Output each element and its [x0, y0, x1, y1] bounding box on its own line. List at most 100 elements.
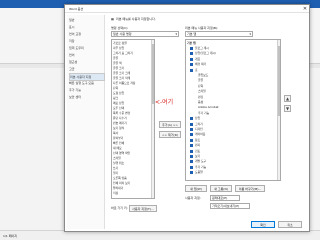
tree-item[interactable]: 클립보드 [198, 73, 208, 78]
ok-button[interactable]: 확인 [251, 221, 275, 228]
nav-item-advanced[interactable]: 고급 [69, 66, 103, 72]
new-tab-button[interactable]: 새 탭(W) [185, 185, 207, 192]
nav-item-add-ins[interactable]: 추가 기능 [69, 87, 103, 93]
tree-scrollbar[interactable] [277, 40, 280, 180]
add-button[interactable]: 추가(A) >> [159, 121, 181, 128]
nav-item-language[interactable]: 언어 [69, 52, 103, 58]
command-item[interactable]: 저장 [113, 191, 118, 196]
nav-item-typing[interactable]: 입력 도우미 [69, 45, 103, 51]
tree-item-label: 편집 [198, 94, 204, 99]
nav-item-accessibility[interactable]: 접근성 [69, 59, 103, 65]
tree-item-label: 단락 [198, 83, 204, 88]
tree-item[interactable]: 그리기 [190, 122, 203, 127]
customize-ribbon-label: 리본 메뉴 사용자 지정(B): [185, 26, 219, 30]
customize-ribbon-dropdown[interactable]: 기본 탭 ▾ [185, 31, 253, 37]
choose-commands-dropdown[interactable]: 일반 사용 명령 ▾ [111, 31, 179, 37]
choose-commands-label: 명령 선택(C): [111, 26, 129, 30]
tree-item[interactable]: 검토 [190, 149, 200, 154]
nav-item-general[interactable]: 일반 [69, 17, 103, 23]
ribbon-header-icon: ▦ [111, 17, 114, 21]
handwritten-annotation: <-여기 [155, 99, 174, 106]
checkbox-checked-icon[interactable] [190, 144, 193, 148]
reset-dropdown[interactable]: 원래대로(E) [210, 195, 240, 201]
checkbox-checked-icon[interactable] [190, 155, 193, 158]
tree-item-label: Adobe Acrobat [198, 105, 219, 110]
nav-item-trust-center[interactable]: 보안 센터 [69, 94, 103, 100]
tree-item[interactable]: 배경 제거 [190, 62, 206, 67]
new-group-button[interactable]: 새 그룹(N) [210, 185, 232, 192]
checkbox-checked-icon[interactable] [190, 160, 193, 164]
tree-item[interactable]: 추가 기능 [190, 165, 206, 170]
tree-item[interactable]: 보기 [190, 154, 200, 159]
keyboard-customize-button[interactable]: 사용자 지정(T)... [129, 205, 157, 212]
checkbox-checked-icon[interactable] [190, 47, 193, 50]
tree-item[interactable]: 개요 [190, 57, 200, 62]
tree-item-label: 클립보드 [198, 73, 209, 77]
checkbox-checked-icon[interactable] [190, 133, 193, 137]
checkbox-checked-icon[interactable] [190, 171, 193, 175]
checkbox-checked-icon[interactable] [190, 52, 193, 56]
tree-item-label: 개발 도구 [195, 159, 207, 164]
word-options-dialog: Word 옵션 ✕ 일반 표시 언어 교정 저장 입력 도우미 언어 접근성 고… [64, 4, 310, 232]
tree-item[interactable]: 삽입(블로그 게시) [190, 51, 216, 56]
ribbon-tabs-tree[interactable]: 기본 탭 블로그 게시 삽입(블로그 게시) 개요 배경 제거 홈 클립보드 글꼴 단락 스타일… [185, 39, 281, 181]
scrollbar-thumb[interactable] [278, 46, 280, 116]
tree-item[interactable]: 음성 [198, 100, 203, 105]
import-export-dropdown[interactable]: 가져오기/내보내기(P) [210, 203, 250, 209]
move-up-button[interactable]: ▲ [284, 95, 291, 102]
tree-item-label: 그리기 [195, 121, 203, 126]
close-icon[interactable]: ✕ [301, 5, 309, 13]
cancel-button[interactable]: 취소 [278, 221, 302, 228]
checkbox-checked-icon[interactable] [190, 63, 193, 67]
tree-item-label: 블로그 게시 [195, 46, 209, 50]
keyboard-shortcuts-label: 바로 가기 키: [111, 206, 128, 210]
tree-item[interactable]: 글꼴 [198, 78, 203, 83]
tree-item[interactable]: 스타일 [198, 89, 206, 94]
nav-item-display[interactable]: 표시 [69, 24, 103, 30]
tree-item[interactable]: 편지 [190, 143, 200, 148]
tree-item[interactable]: 참조 [190, 138, 200, 143]
commands-scrollbar[interactable] [151, 40, 154, 198]
remove-button[interactable]: << 제거(R) [159, 131, 181, 138]
tree-item[interactable]: 도움말 [190, 170, 203, 175]
customize-header-text: 리본 메뉴를 사용자 지정합니다. [116, 17, 156, 21]
tree-item[interactable]: Adobe Acrobat [198, 105, 219, 110]
tree-item-label: 삽입 [195, 116, 201, 121]
tree-item[interactable]: 블로그 게시 [190, 46, 209, 51]
tree-item[interactable]: 홈 [190, 68, 198, 73]
checkbox-checked-icon[interactable] [190, 138, 193, 142]
tree-item-label: 레이아웃 [195, 132, 206, 137]
tree-item-label: 추가 기능 [198, 110, 210, 115]
checkbox-checked-icon[interactable] [190, 149, 193, 153]
nav-item-save[interactable]: 저장 [69, 38, 103, 44]
tree-item[interactable]: 추가 기능 [198, 111, 209, 116]
checkbox-checked-icon[interactable] [190, 68, 193, 72]
tree-item-label: 보기 [195, 154, 201, 158]
nav-item-proofing[interactable]: 언어 교정 [69, 31, 103, 37]
commands-list[interactable]: 가로로 정렬 각주 삽입 그리기 표 그리기 글꼴 글꼴 색 글꼴 크기 글꼴 크기 크게 글… [111, 39, 155, 199]
rename-button[interactable]: 이름 바꾸기(M)... [235, 185, 265, 192]
tree-item-label: 스타일 [198, 89, 206, 94]
status-page-count: 1/1 페이지 [3, 234, 18, 238]
checkbox-checked-icon[interactable] [190, 117, 193, 121]
tree-item-label: 홈 [195, 67, 198, 72]
move-down-button[interactable]: ▼ [284, 105, 291, 112]
tree-item-label: 도움말 [195, 170, 203, 175]
checkbox-checked-icon[interactable] [190, 128, 193, 131]
checkbox-checked-icon[interactable] [190, 57, 193, 61]
tree-item[interactable]: 레이아웃 [190, 132, 205, 137]
tree-item[interactable]: 편집 [198, 95, 203, 100]
scrollbar-thumb[interactable] [152, 44, 154, 104]
tree-item[interactable]: 디자인 [190, 127, 203, 132]
tree-item[interactable]: 삽입 [190, 116, 200, 121]
chevron-down-icon: ▾ [175, 32, 177, 36]
nav-item-quick-access[interactable]: 빠른 실행 도구 모음 [69, 80, 103, 86]
customize-ribbon-value: 기본 탭 [187, 32, 197, 36]
custom-label: 사용자 지정: [185, 196, 201, 200]
checkbox-checked-icon[interactable] [190, 165, 193, 169]
tree-item-label: 글꼴 [198, 78, 204, 83]
choose-commands-value: 일반 사용 명령 [113, 32, 132, 36]
tree-item[interactable]: 개발 도구 [190, 159, 206, 164]
checkbox-checked-icon[interactable] [190, 122, 193, 126]
tree-item[interactable]: 단락 [198, 84, 203, 89]
